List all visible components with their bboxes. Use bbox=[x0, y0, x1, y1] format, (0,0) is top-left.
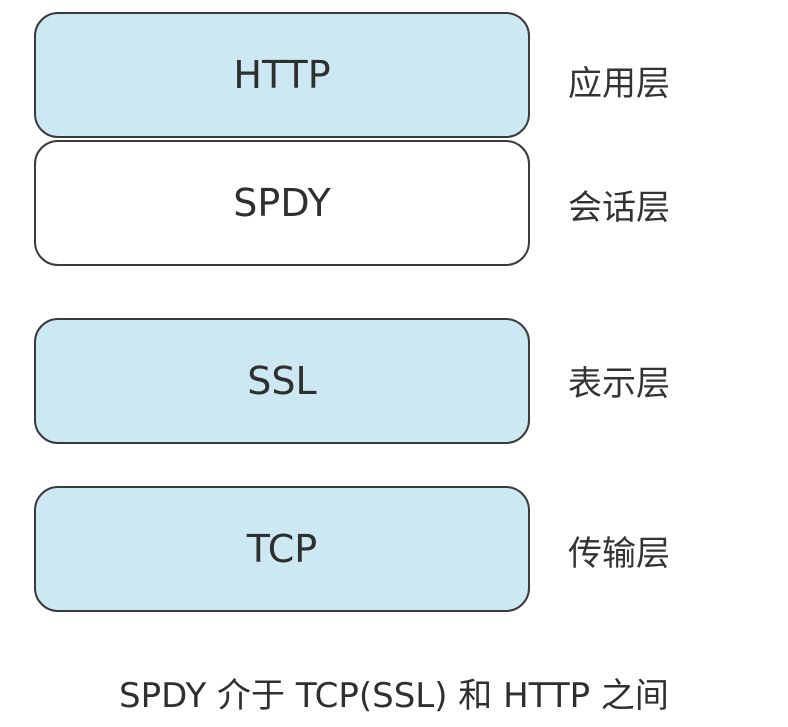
spdy-protocol-label: SPDY bbox=[233, 181, 331, 225]
tcp-layer-box: TCP bbox=[34, 486, 530, 612]
session-layer-label: 会话层 bbox=[568, 188, 670, 228]
spdy-layer-box: SPDY bbox=[34, 140, 530, 266]
transport-layer-label: 传输层 bbox=[568, 534, 670, 574]
diagram-caption: SPDY 介于 TCP(SSL) 和 HTTP 之间 bbox=[119, 676, 669, 716]
http-layer-box: HTTP bbox=[34, 12, 530, 138]
ssl-protocol-label: SSL bbox=[247, 359, 317, 403]
tcp-protocol-label: TCP bbox=[246, 527, 318, 571]
presentation-layer-label: 表示层 bbox=[568, 364, 670, 404]
http-protocol-label: HTTP bbox=[233, 53, 331, 97]
ssl-layer-box: SSL bbox=[34, 318, 530, 444]
application-layer-label: 应用层 bbox=[568, 64, 670, 104]
